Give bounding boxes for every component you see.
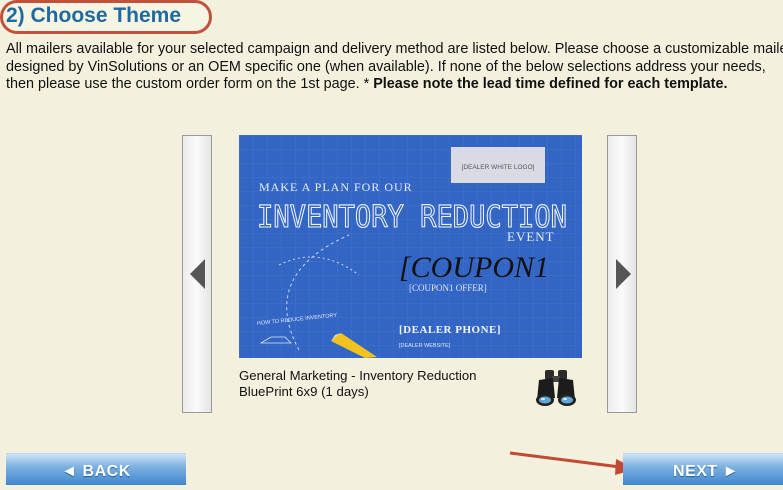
theme-thumbnail[interactable]: [DEALER WHITE LOGO] MAKE A PLAN FOR OUR … — [239, 135, 582, 358]
triangle-right-icon — [616, 259, 631, 289]
binoculars-icon[interactable] — [531, 364, 581, 408]
thumb-coupon-offer: [COUPON1 OFFER] — [409, 283, 487, 293]
intro-text: All mailers available for your selected … — [6, 41, 783, 94]
intro-bold-note: Please note the lead time defined for ea… — [373, 76, 728, 92]
section-title: 2) Choose Theme — [6, 4, 182, 27]
thumb-event: EVENT — [507, 229, 555, 244]
next-button[interactable]: NEXT ► — [623, 453, 783, 485]
thumb-dealer-phone: [DEALER PHONE] — [399, 324, 501, 336]
carousel-next-button[interactable] — [607, 135, 637, 413]
thumb-logo-box: [DEALER WHITE LOGO] — [462, 164, 535, 171]
caption-line-2: BluePrint 6x9 (1 days) — [239, 384, 369, 399]
carousel-prev-button[interactable] — [182, 135, 212, 413]
red-annotation-arrow — [509, 451, 636, 475]
triangle-left-icon — [190, 259, 205, 289]
thumb-headline-small: MAKE A PLAN FOR OUR — [259, 180, 413, 194]
thumb-coupon: [COUPON1 — [399, 251, 549, 284]
theme-caption: General Marketing - Inventory Reduction … — [239, 368, 529, 400]
caption-line-1: General Marketing - Inventory Reduction — [239, 368, 477, 383]
thumb-dealer-website: [DEALER WEBSITE] — [399, 343, 451, 349]
back-button[interactable]: ◄ BACK — [6, 453, 186, 485]
